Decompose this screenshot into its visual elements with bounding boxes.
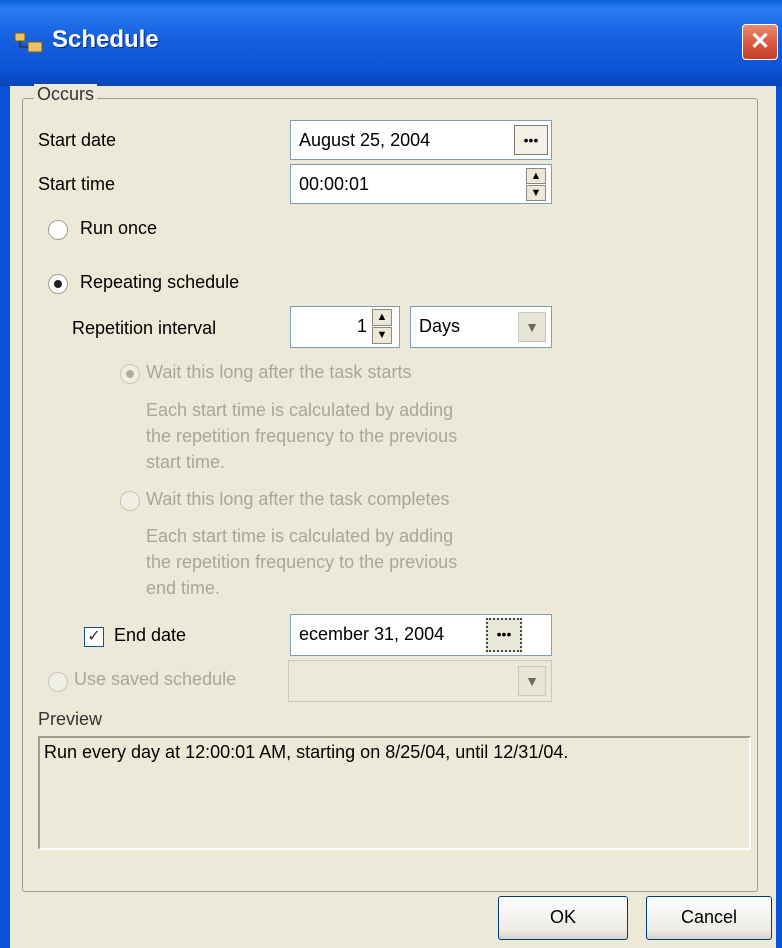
- spin-up-icon: ▲: [376, 311, 388, 323]
- start-date-label: Start date: [38, 130, 117, 150]
- wait-after-complete-radio[interactable]: [120, 491, 140, 511]
- run-once-label: Run once: [80, 218, 158, 238]
- wait-after-start-desc-line: start time.: [146, 452, 226, 472]
- end-date-checkbox[interactable]: ✓: [84, 627, 104, 647]
- checkmark-icon: ✓: [87, 628, 101, 645]
- wait-after-complete-label: Wait this long after the task completes: [146, 489, 450, 509]
- close-icon: ✕: [749, 28, 771, 55]
- spin-down-icon: ▼: [376, 329, 388, 341]
- spin-up-icon: ▲: [530, 170, 542, 182]
- end-date-label: End date: [114, 625, 187, 645]
- window-frame-left: [0, 86, 10, 948]
- start-date-field[interactable]: August 25, 2004: [290, 120, 552, 160]
- preview-text: Run every day at 12:00:01 AM, starting o…: [44, 742, 569, 762]
- saved-schedule-dropdown-button[interactable]: ▼: [518, 666, 546, 696]
- chevron-down-icon: ▼: [525, 673, 539, 689]
- cancel-button[interactable]: Cancel: [646, 896, 772, 940]
- window-frame-right: [776, 86, 782, 948]
- repeating-schedule-label: Repeating schedule: [80, 272, 240, 292]
- wait-after-start-label: Wait this long after the task starts: [146, 362, 412, 382]
- end-date-picker-button[interactable]: •••: [486, 618, 522, 652]
- wait-after-start-desc-line: the repetition frequency to the previous: [146, 426, 458, 446]
- preview-text-area: Run every day at 12:00:01 AM, starting o…: [38, 736, 751, 850]
- preview-label: Preview: [38, 709, 103, 729]
- start-time-label: Start time: [38, 174, 116, 194]
- window-title: Schedule: [52, 26, 159, 53]
- ellipsis-icon: •••: [496, 626, 512, 642]
- ellipsis-icon: •••: [523, 132, 539, 148]
- wait-after-complete-desc-line: end time.: [146, 578, 221, 598]
- repeating-schedule-radio[interactable]: [48, 274, 68, 294]
- schedule-app-icon: [14, 32, 43, 53]
- saved-schedule-select[interactable]: [288, 660, 552, 702]
- repetition-unit-dropdown-button[interactable]: ▼: [518, 312, 546, 342]
- wait-after-start-radio[interactable]: [120, 364, 140, 384]
- occurs-group-label: Occurs: [34, 84, 98, 105]
- wait-after-start-desc-line: Each start time is calculated by adding: [146, 400, 454, 420]
- spin-down-icon: ▼: [530, 187, 542, 199]
- date-picker-button[interactable]: •••: [514, 125, 548, 155]
- run-once-radio[interactable]: [48, 220, 68, 240]
- close-button[interactable]: ✕: [742, 24, 778, 60]
- start-time-field[interactable]: 00:00:01: [290, 164, 552, 204]
- repetition-interval-label: Repetition interval: [72, 318, 217, 338]
- use-saved-schedule-radio[interactable]: [48, 672, 68, 692]
- use-saved-schedule-label: Use saved schedule: [74, 669, 237, 689]
- interval-spin-down[interactable]: ▼: [372, 327, 392, 344]
- time-spin-down[interactable]: ▼: [526, 185, 546, 201]
- wait-after-complete-desc-line: Each start time is calculated by adding: [146, 526, 454, 546]
- wait-after-complete-desc-line: the repetition frequency to the previous: [146, 552, 458, 572]
- time-spin-up[interactable]: ▲: [526, 168, 546, 184]
- interval-spin-up[interactable]: ▲: [372, 309, 392, 326]
- chevron-down-icon: ▼: [525, 319, 539, 335]
- ok-button[interactable]: OK: [498, 896, 628, 940]
